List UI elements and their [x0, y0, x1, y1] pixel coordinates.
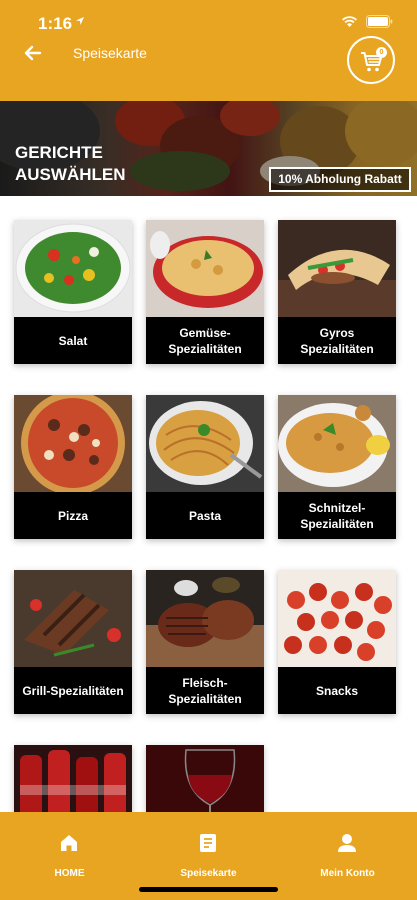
wifi-icon — [342, 15, 357, 27]
category-label: Grill-Spezialitäten — [22, 683, 124, 698]
category-label: Snacks — [315, 683, 359, 698]
schnitzel-image — [278, 395, 396, 492]
user-icon — [338, 834, 356, 852]
category-label: Fleisch-Spezialitäten — [168, 675, 242, 706]
category-card-salat[interactable]: Salat — [14, 220, 132, 364]
category-card-fleisch[interactable]: Fleisch-Spezialitäten — [146, 570, 264, 714]
nav-account[interactable]: Mein Konto — [278, 812, 417, 887]
battery-icon — [366, 15, 393, 28]
snacks-image — [278, 570, 396, 667]
nav-menu-label: Speisekarte — [180, 868, 237, 879]
app-header: 1:16 Speisekarte 0 — [0, 0, 417, 101]
page-title: Speisekarte — [73, 45, 147, 61]
category-label: Pizza — [57, 508, 88, 523]
nav-home[interactable]: HOME — [0, 812, 139, 887]
grill-image — [14, 570, 132, 667]
pickup-discount-badge: 10% Abholung Rabatt — [269, 167, 411, 192]
category-card-grill[interactable]: Grill-Spezialitäten — [14, 570, 132, 714]
category-card-gemuese[interactable]: Gemüse-Spezialitäten — [146, 220, 264, 364]
pasta-image — [146, 395, 264, 492]
category-label: Salat — [58, 333, 88, 348]
status-indicators — [341, 15, 393, 28]
nav-account-label: Mein Konto — [320, 868, 375, 879]
cart-button[interactable]: 0 — [347, 36, 395, 84]
nav-menu[interactable]: Speisekarte — [139, 812, 278, 887]
salad-image — [14, 220, 132, 317]
category-card-pasta[interactable]: Pasta — [146, 395, 264, 539]
category-label: Schnitzel-Spezialitäten — [300, 500, 374, 531]
category-card-gyros[interactable]: Gyros Spezialitäten — [278, 220, 396, 364]
vegetable-dish-image — [146, 220, 264, 317]
meat-image — [146, 570, 264, 667]
home-icon — [61, 835, 77, 851]
back-arrow-icon[interactable] — [20, 40, 46, 66]
category-card-snacks[interactable]: Snacks — [278, 570, 396, 714]
home-indicator — [139, 887, 278, 892]
nav-home-label: HOME — [54, 868, 85, 879]
category-label: Pasta — [188, 508, 222, 523]
category-label: Gyros Spezialitäten — [300, 325, 374, 356]
location-arrow-icon — [76, 17, 84, 25]
status-time: 1:16 — [38, 14, 73, 33]
pizza-image — [14, 395, 132, 492]
gyros-image — [278, 220, 396, 317]
category-card-pizza[interactable]: Pizza — [14, 395, 132, 539]
category-card-schnitzel[interactable]: Schnitzel-Spezialitäten — [278, 395, 396, 539]
menu-book-icon — [200, 834, 216, 852]
cart-count-badge: 0 — [376, 47, 387, 58]
category-label: Gemüse-Spezialitäten — [168, 325, 242, 356]
banner-title: GERICHTE AUSWÄHLEN — [15, 143, 126, 184]
